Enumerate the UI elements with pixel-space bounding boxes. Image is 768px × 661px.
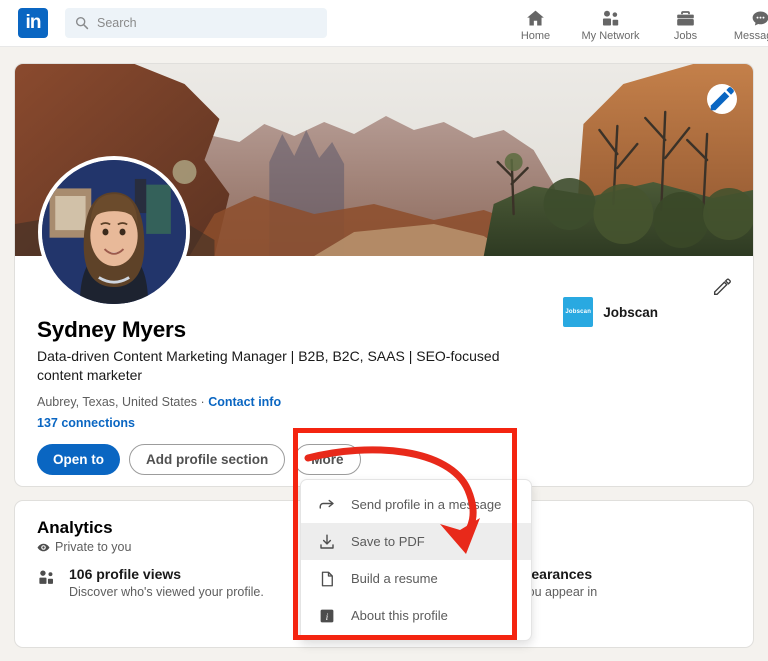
menu-item-about-profile[interactable]: i About this profile — [301, 597, 531, 634]
search-placeholder-text: Search — [97, 16, 137, 30]
svg-text:i: i — [325, 611, 328, 622]
pencil-icon — [710, 87, 734, 111]
search-input[interactable]: Search — [65, 8, 327, 38]
people-icon — [37, 566, 57, 618]
nav-item-home[interactable]: Home — [498, 0, 573, 47]
home-icon — [527, 10, 544, 26]
nav-item-my-network[interactable]: My Network — [573, 0, 648, 47]
company-name: Jobscan — [603, 304, 658, 320]
connections-count[interactable]: 137 connections — [37, 416, 731, 430]
menu-label-build-resume: Build a resume — [351, 571, 438, 586]
nav-label-messaging: Messaging — [733, 30, 768, 42]
menu-item-build-resume[interactable]: Build a resume — [301, 560, 531, 597]
download-icon — [317, 533, 336, 551]
more-dropdown-menu: Send profile in a message Save to PDF Bu… — [300, 479, 532, 641]
profile-location-row: Aubrey, Texas, United States · Contact i… — [37, 395, 731, 409]
briefcase-icon — [677, 11, 694, 26]
profile-views-value: 106 profile views — [69, 566, 182, 582]
profile-headline: Data-driven Content Marketing Manager | … — [37, 348, 500, 384]
info-icon: i — [317, 607, 336, 625]
people-icon — [602, 10, 619, 26]
profile-details: Sydney Myers Data-driven Content Marketi… — [15, 256, 753, 430]
eye-icon — [37, 543, 50, 551]
nav-label-my-network: My Network — [581, 30, 640, 42]
nav-label-home: Home — [520, 30, 551, 42]
top-navigation-bar: in Search Home My Network Jobs Messa — [0, 0, 768, 47]
more-button[interactable]: More — [294, 443, 361, 475]
nav-item-messaging[interactable]: Messaging — [723, 0, 768, 47]
profile-card: Sydney Myers Data-driven Content Marketi… — [14, 63, 754, 487]
current-company-badge[interactable]: Jobscan Jobscan — [563, 297, 658, 327]
nav-label-jobs: Jobs — [673, 30, 698, 42]
menu-label-save-to-pdf: Save to PDF — [351, 534, 425, 549]
jobscan-logo: Jobscan — [563, 297, 594, 327]
profile-location: Aubrey, Texas, United States — [37, 394, 198, 409]
jobscan-logo-text: Jobscan — [565, 309, 592, 315]
analytics-privacy-label: Private to you — [55, 540, 132, 554]
nav-items: Home My Network Jobs Messa — [498, 0, 768, 47]
share-arrow-icon — [317, 496, 336, 514]
profile-action-buttons: Open to Add profile section More — [15, 443, 753, 475]
nav-item-jobs[interactable]: Jobs — [648, 0, 723, 47]
message-bubble-icon — [752, 11, 768, 26]
profile-views-description: Discover who's viewed your profile. — [69, 585, 264, 599]
search-icon — [75, 16, 89, 30]
linkedin-profile-page: in Search Home My Network Jobs Messa Syd… — [0, 0, 768, 661]
contact-info-link[interactable]: Contact info — [208, 395, 281, 409]
edit-cover-photo-button[interactable] — [707, 84, 737, 114]
linkedin-logo[interactable]: in — [18, 8, 48, 38]
meta-separator: · — [200, 394, 205, 409]
menu-item-send-profile[interactable]: Send profile in a message — [301, 486, 531, 523]
add-profile-section-button[interactable]: Add profile section — [129, 443, 286, 475]
menu-label-send-profile: Send profile in a message — [351, 497, 502, 512]
menu-item-save-to-pdf[interactable]: Save to PDF — [301, 523, 531, 560]
menu-label-about-profile: About this profile — [351, 608, 448, 623]
document-icon — [317, 570, 336, 588]
open-to-button[interactable]: Open to — [37, 443, 120, 475]
